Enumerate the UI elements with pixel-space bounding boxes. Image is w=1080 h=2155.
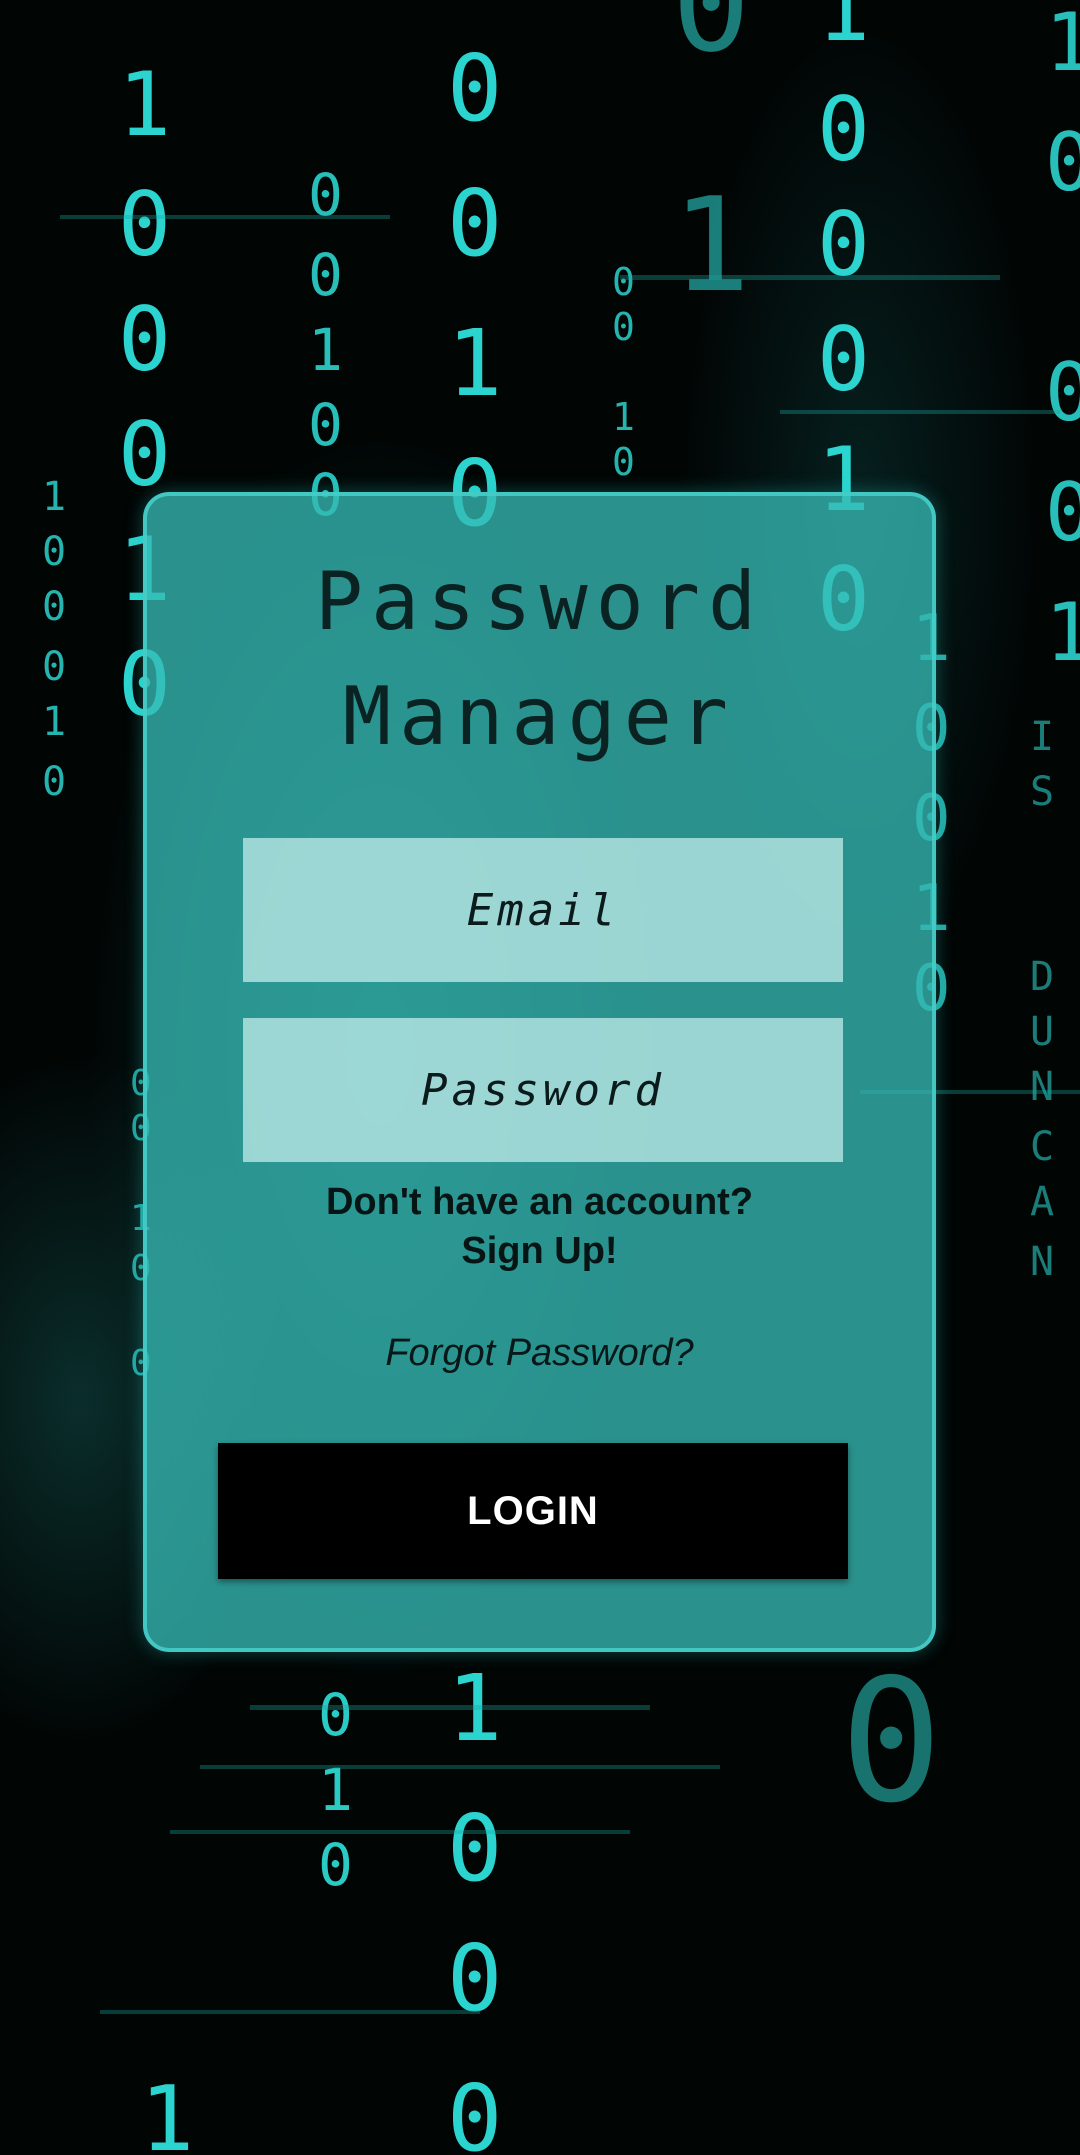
password-placeholder: Password [421,1064,665,1116]
forgot-password-link[interactable]: Forgot Password? [147,1332,932,1375]
svg-text:N: N [1030,1239,1054,1285]
svg-text:0: 0 [447,170,502,277]
svg-text:0: 0 [447,1925,502,2032]
svg-text:0: 0 [42,529,66,575]
svg-text:0: 0 [42,759,66,805]
svg-text:0: 0 [840,1643,942,1841]
svg-text:1: 1 [1045,0,1080,89]
svg-text:0: 0 [1045,346,1080,439]
svg-text:0: 0 [318,1831,353,1899]
svg-text:1: 1 [1045,586,1080,679]
app-title: Password Manager [147,544,932,774]
svg-text:0: 0 [1045,116,1080,209]
svg-text:U: U [1030,1009,1054,1055]
signup-label: Sign Up! [461,1230,618,1272]
login-button[interactable]: LOGIN [218,1443,848,1579]
password-field[interactable]: Password [243,1018,843,1162]
svg-text:0: 0 [447,2065,502,2155]
svg-text:0: 0 [42,584,66,630]
svg-text:0: 0 [118,403,171,506]
svg-text:0: 0 [672,0,750,81]
email-placeholder: Email [466,884,620,936]
svg-text:0: 0 [308,241,343,309]
svg-text:0: 0 [817,308,870,411]
app-title-line2: Manager [342,670,737,763]
svg-text:0: 0 [817,78,870,181]
login-card: Password Manager Email Password Don't ha… [143,492,936,1652]
svg-text:0: 0 [42,644,66,690]
svg-text:S: S [1030,769,1054,815]
app-title-line1: Password [314,555,765,648]
svg-text:D: D [1030,954,1054,1000]
svg-text:0: 0 [318,1681,353,1749]
email-field[interactable]: Email [243,838,843,982]
svg-text:0: 0 [612,260,635,304]
svg-text:I: I [1030,714,1054,760]
svg-text:0: 0 [612,305,635,349]
svg-text:0: 0 [308,391,343,459]
svg-text:0: 0 [1045,466,1080,559]
svg-text:1: 1 [308,316,343,384]
signup-link[interactable]: Don't have an account? Sign Up! [147,1178,932,1276]
svg-text:1: 1 [42,474,66,520]
svg-text:0: 0 [118,288,171,391]
svg-text:C: C [1030,1124,1054,1170]
svg-text:1: 1 [612,395,635,439]
svg-text:0: 0 [612,440,635,484]
svg-text:0: 0 [817,193,870,296]
svg-text:1: 1 [140,2067,194,2155]
svg-text:1: 1 [817,0,870,61]
svg-text:A: A [1030,1179,1054,1225]
svg-text:0: 0 [118,173,171,276]
svg-text:0: 0 [447,1795,502,1902]
svg-text:1: 1 [118,53,171,156]
svg-text:1: 1 [447,310,502,417]
svg-text:1: 1 [42,699,66,745]
svg-text:1: 1 [672,169,750,321]
svg-text:0: 0 [447,35,502,142]
signup-prompt: Don't have an account? [325,1181,754,1223]
svg-text:N: N [1030,1064,1054,1110]
